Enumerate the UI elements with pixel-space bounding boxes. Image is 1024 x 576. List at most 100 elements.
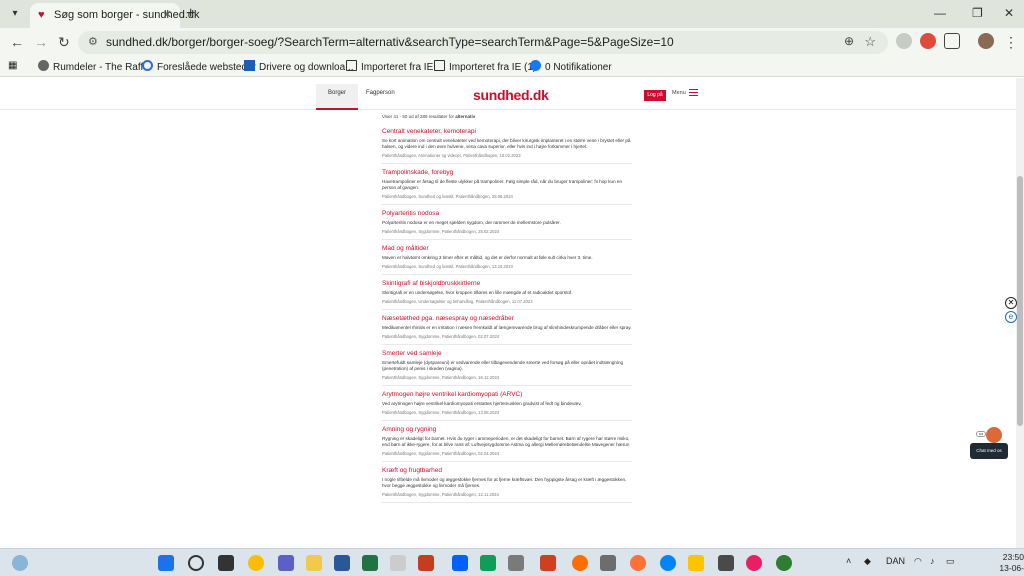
excel-icon[interactable] [362, 555, 378, 571]
result-text: Medikamentel rhinitis er en irritation i… [382, 325, 632, 330]
extension-colorful-icon[interactable] [920, 33, 936, 49]
bookmark-star-icon[interactable]: ☆ [864, 34, 876, 50]
result-meta: Patienthåndbogen, Sygdomme, Patienthåndb… [382, 410, 500, 415]
dropbox-icon[interactable] [452, 555, 468, 571]
firefox-icon[interactable] [572, 555, 588, 571]
weather-widget-icon[interactable] [12, 555, 28, 571]
result-item: Polyarteritis nodosa Polyarteritis nodosa… [382, 210, 632, 240]
app-icon[interactable] [390, 555, 406, 571]
forward-icon[interactable]: → [34, 34, 48, 50]
result-text: Maven er halvtømt omkring 3 timer efter … [382, 255, 593, 260]
result-text: Se kort animation om centralt venekatete… [382, 138, 631, 149]
login-button[interactable]: Log på [644, 90, 666, 101]
file-explorer-icon[interactable] [306, 555, 322, 571]
tray-dropbox-icon[interactable]: ◆ [864, 556, 871, 567]
bookmark-suggested-sites[interactable]: Foreslåede websteder [142, 60, 256, 73]
app-dark-icon[interactable] [600, 555, 616, 571]
app-shield-icon[interactable] [718, 555, 734, 571]
taskbar-search-icon[interactable] [188, 555, 204, 571]
result-title[interactable]: Polyarteritis nodosa [382, 210, 632, 217]
wifi-icon[interactable]: ◠ [914, 556, 922, 567]
firefox-alt-icon[interactable] [630, 555, 646, 571]
result-title[interactable]: Mad og måltider [382, 245, 632, 252]
taskbar: ˄ ◆ DAN ◠ ♪ ▭ 23:50 13-06-2026 [0, 548, 1024, 576]
result-title[interactable]: Smerter ved samleje [382, 350, 632, 357]
task-view-icon[interactable] [218, 555, 234, 571]
chat-button[interactable]: Chat med os [970, 443, 1008, 459]
start-icon[interactable] [158, 555, 174, 571]
bookmark-folder-ie[interactable]: Importeret fra IE [346, 60, 433, 73]
back-icon[interactable]: ← [10, 34, 24, 50]
app-red-icon[interactable] [540, 555, 556, 571]
volume-icon[interactable]: ♪ [930, 556, 935, 566]
address-bar[interactable]: ⚙ sundhed.dk/borger/borger-soeg/?SearchT… [78, 31, 888, 54]
result-item: Centralt venekateter, kemoterapi Se kort … [382, 128, 632, 164]
close-widget-icon[interactable]: ✕ [1005, 297, 1017, 309]
result-title[interactable]: Arytmogen højre ventrikel kardiomyopati … [382, 391, 632, 398]
nav-fagperson[interactable]: Fagperson [366, 84, 395, 102]
extension-icon[interactable] [896, 33, 912, 49]
nav-borger[interactable]: Borger [316, 84, 358, 110]
result-text: Rygning er skadeligt for barnet. Hvis du… [382, 436, 630, 447]
result-text: Skintigrafi er en undersøgelse, hvor kro… [382, 290, 573, 295]
battery-icon[interactable]: ▭ [946, 556, 955, 567]
messenger-icon[interactable] [660, 555, 676, 571]
site-logo[interactable]: sundhed.dk [473, 87, 549, 103]
search-term: alternativ [455, 114, 476, 119]
menu-button[interactable]: Menu [672, 90, 686, 96]
url-text[interactable]: sundhed.dk/borger/borger-soeg/?SearchTer… [106, 35, 674, 49]
result-text: I nogle tilfælde må livmoder og æggestok… [382, 477, 627, 488]
word-icon[interactable] [334, 555, 350, 571]
bookmark-notifications[interactable]: 0 Notifikationer [530, 60, 612, 73]
search-icon [142, 60, 153, 71]
app-green-round-icon[interactable] [776, 555, 792, 571]
profile-avatar[interactable] [978, 33, 994, 49]
hamburger-icon[interactable] [689, 89, 698, 96]
restore-icon[interactable]: ❐ [972, 6, 983, 20]
time: 23:50 [1002, 552, 1024, 562]
result-title[interactable]: Amning og rygning [382, 426, 632, 433]
bookmark-drivers[interactable]: Drivere og downloa... [244, 60, 354, 73]
date: 13-06-2026 [999, 563, 1024, 576]
globe-icon [38, 60, 49, 71]
site-info-icon[interactable]: ⚙ [88, 35, 98, 48]
app-grey-icon[interactable] [508, 555, 524, 571]
accessibility-widget-icon[interactable]: e [1005, 311, 1017, 323]
results-summary: Viser 41 - 50 ud af 289 resultater for a… [382, 114, 476, 119]
chrome-icon[interactable] [248, 555, 264, 571]
search-results: Viser 41 - 50 ud af 289 resultater for a… [382, 114, 632, 508]
result-title[interactable]: Skintigrafi af biskjoldbruskkirtlerne [382, 280, 632, 287]
result-title[interactable]: Centralt venekateter, kemoterapi [382, 128, 632, 135]
window-close-icon[interactable]: ✕ [1004, 6, 1014, 20]
result-title[interactable]: Næsetæthed pga. næsespray og næsedråber [382, 315, 632, 322]
reload-icon[interactable]: ↻ [58, 34, 70, 51]
browser-menu-icon[interactable]: ⋮ [1004, 34, 1018, 51]
result-item: Arytmogen højre ventrikel kardiomyopati … [382, 391, 632, 421]
powerpoint-icon[interactable] [418, 555, 434, 571]
extensions-puzzle-icon[interactable] [944, 33, 960, 49]
chat-avatar[interactable] [986, 427, 1002, 443]
result-title[interactable]: Trampolinskade, forebyg [382, 169, 632, 176]
zoom-icon[interactable]: ⊕ [844, 34, 854, 48]
bookmark-rumdeler[interactable]: Rumdeler - The Raff... [38, 60, 152, 73]
tab-search-button[interactable]: ▾ [6, 5, 24, 23]
dell-icon [244, 60, 255, 71]
result-meta: Patienthåndbogen, Sygdomme, Patienthåndb… [382, 492, 499, 497]
clock[interactable]: 23:50 13-06-2026 [984, 552, 1024, 576]
tab-close-icon[interactable]: ✕ [163, 8, 172, 21]
app-green-icon[interactable] [480, 555, 496, 571]
browser-tab[interactable]: ♥ Søg som borger - sundhed.dk ✕ [30, 3, 200, 28]
tray-chevron-icon[interactable]: ˄ [846, 556, 851, 566]
result-meta: Patienthåndbogen, Sygdomme, Patienthåndb… [382, 229, 500, 234]
bookmark-folder-ie-1[interactable]: Importeret fra IE (1) [434, 60, 536, 73]
new-tab-button[interactable]: + [186, 5, 195, 23]
result-meta: Patienthåndbogen, Undersøgelser og behan… [382, 299, 533, 304]
app-pink-icon[interactable] [746, 555, 762, 571]
teams-icon[interactable] [278, 555, 294, 571]
language-indicator[interactable]: DAN [886, 556, 905, 566]
app-yellow-icon[interactable] [688, 555, 704, 571]
result-title[interactable]: Kræft og frugtbarhed [382, 467, 632, 474]
minimize-icon[interactable]: — [934, 6, 946, 20]
apps-grid-icon[interactable]: ▦ [8, 60, 17, 71]
result-item: Mad og måltider Maven er halvtømt omkring… [382, 245, 632, 275]
